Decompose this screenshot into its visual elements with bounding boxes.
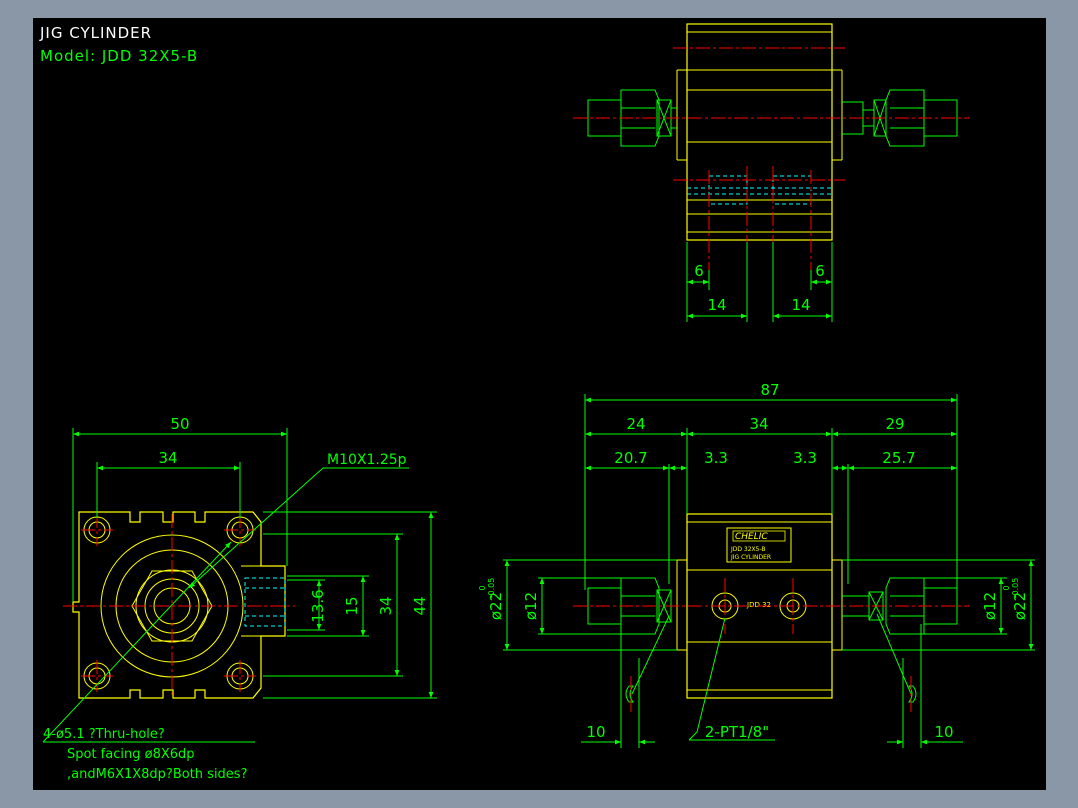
dim-dia-12-right: ø12 [981, 592, 999, 620]
note-line-3: ,andM6X1X8dp?Both sides? [67, 767, 247, 782]
dim-front-34: 34 [749, 415, 768, 433]
port-label: 2-PT1/8" [705, 723, 769, 741]
front-small-label: JDD 32 [746, 601, 771, 609]
dim-front-87: 87 [760, 381, 779, 399]
side-view: 50 34 13.6 15 34 44 M10X1.25p 4-ø5.1 ?Th… [42, 415, 437, 782]
dim-front-24: 24 [626, 415, 645, 433]
nameplate-line2: JIG CYLINDER [730, 554, 771, 561]
dim-top-14-left: 14 [707, 296, 726, 314]
tol-lower-right: -0.05 [1011, 578, 1020, 599]
dim-side-13-6: 13.6 [309, 589, 327, 622]
dim-lead-left-10: 10 [586, 723, 605, 741]
dim-top-14-right: 14 [791, 296, 810, 314]
dim-side-44: 44 [411, 596, 429, 615]
dim-top-6-right: 6 [815, 262, 825, 280]
tol-upper-right: 0 [1002, 585, 1011, 590]
dim-front-3-3-right: 3.3 [793, 449, 817, 467]
note-line-1: 4-ø5.1 ?Thru-hole? [43, 727, 165, 742]
dim-front-25-7: 25.7 [882, 449, 915, 467]
dim-front-3-3-left: 3.3 [704, 449, 728, 467]
tol-upper-left: 0 [478, 585, 487, 590]
dim-front-20-7: 20.7 [614, 449, 647, 467]
dim-side-34-bolt: 34 [158, 449, 177, 467]
tol-lower-left: -0.05 [487, 578, 496, 599]
dim-side-15: 15 [343, 596, 361, 615]
nameplate-brand: CHELIC [735, 532, 768, 542]
dim-side-34: 34 [377, 596, 395, 615]
dim-front-29: 29 [885, 415, 904, 433]
drawing-frame: JIG CYLINDER Model: JDD 32X5-B 6 6 14 14… [0, 0, 1078, 808]
nameplate-line1: JDD 32X5-B [730, 546, 766, 553]
thread-label: M10X1.25p [327, 452, 407, 468]
dim-side-50: 50 [170, 415, 189, 433]
drawing-canvas: JIG CYLINDER Model: JDD 32X5-B 6 6 14 14… [33, 18, 1046, 790]
front-view: CHELIC JDD 32X5-B JIG CYLINDER JDD 32 87… [478, 381, 1035, 748]
top-view: 6 6 14 14 [573, 23, 969, 322]
dim-lead-right-10: 10 [934, 723, 953, 741]
note-line-2: Spot facing ø8X6dp [67, 747, 195, 762]
cad-drawing: 6 6 14 14 CHELIC JDD 32X5-B JIG CYLINDER… [42, 23, 1035, 782]
dim-top-6-left: 6 [694, 262, 704, 280]
dim-dia-12-left: ø12 [522, 592, 540, 620]
